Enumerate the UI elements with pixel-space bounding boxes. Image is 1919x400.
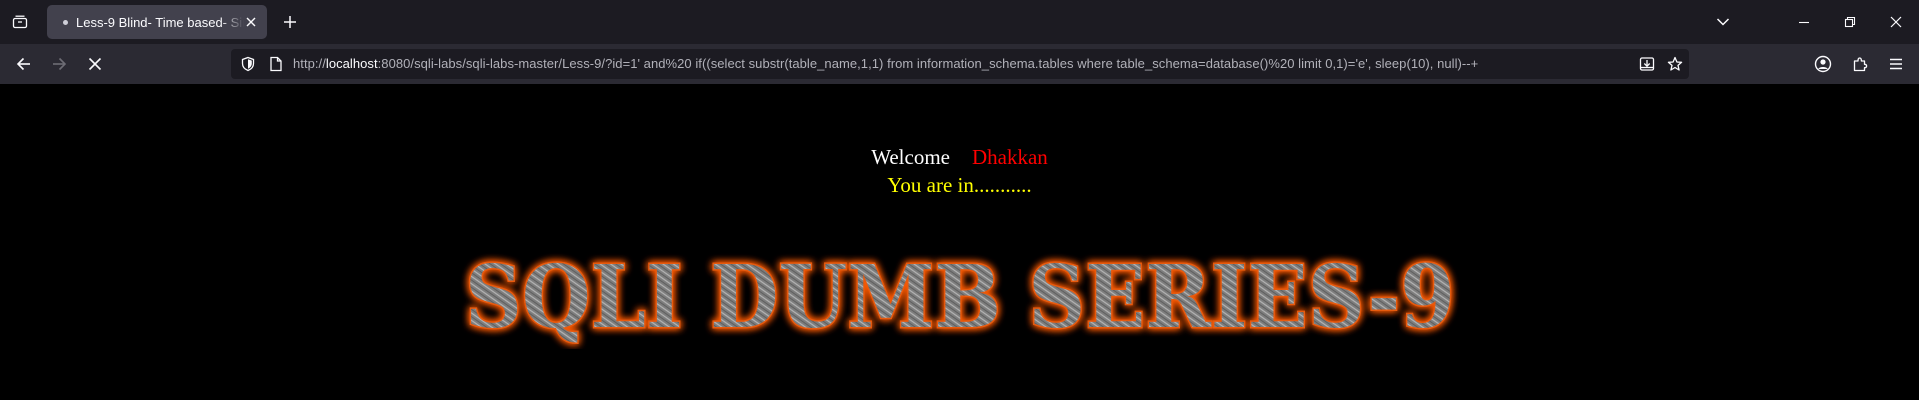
url-path: :8080/sqli-labs/sqli-labs-master/Less-9/… [377, 56, 1479, 71]
tab-list-icon [12, 15, 28, 29]
chevron-down-icon [1716, 18, 1730, 26]
username: Dhakkan [971, 145, 1048, 169]
app-menu-button[interactable] [1881, 50, 1911, 78]
puzzle-icon [1853, 57, 1868, 72]
extensions-button[interactable] [1845, 50, 1875, 78]
restore-icon [1844, 16, 1856, 28]
back-button[interactable] [8, 50, 40, 78]
hamburger-icon [1890, 58, 1902, 70]
favicon-dot [63, 19, 68, 25]
account-button[interactable] [1808, 50, 1838, 78]
url-bar[interactable]: http://localhost:8080/sqli-labs/sqli-lab… [231, 49, 1689, 79]
tab-strip: Less-9 Blind- Time based- Single Quotes-… [0, 0, 1919, 44]
tab-list-button[interactable] [6, 8, 34, 36]
active-tab[interactable]: Less-9 Blind- Time based- Single Quotes-… [47, 5, 267, 39]
close-icon [246, 17, 256, 27]
account-icon [1814, 55, 1832, 73]
bookmark-button[interactable] [1665, 54, 1685, 74]
tab-title: Less-9 Blind- Time based- Single Quotes-… [76, 14, 244, 30]
restore-button[interactable] [1827, 0, 1873, 44]
url-prefix: http:// [293, 56, 326, 71]
stop-button[interactable] [79, 50, 111, 78]
welcome-line: Welcome Dhakkan [0, 145, 1919, 170]
download-icon [1639, 57, 1655, 71]
page-icon [270, 56, 282, 72]
tab-close-button[interactable] [241, 12, 261, 32]
new-tab-button[interactable] [276, 8, 304, 36]
browser-window: Less-9 Blind- Time based- Single Quotes-… [0, 0, 1919, 400]
banner-image: SQLI DUMB SERIES-9 [464, 249, 1457, 349]
stop-icon [88, 57, 102, 71]
window-controls [1703, 0, 1919, 44]
close-icon [1890, 16, 1902, 28]
minimize-button[interactable] [1781, 0, 1827, 44]
nav-bar: http://localhost:8080/sqli-labs/sqli-lab… [0, 44, 1919, 84]
status-message: You are in........... [887, 173, 1032, 197]
url-text[interactable]: http://localhost:8080/sqli-labs/sqli-lab… [293, 56, 1478, 71]
shield-icon [241, 56, 255, 72]
url-host: localhost [325, 56, 378, 71]
site-info-button[interactable] [267, 55, 285, 73]
welcome-text: Welcome [871, 145, 950, 169]
save-to-pocket-button[interactable] [1637, 54, 1657, 74]
star-icon [1667, 56, 1683, 71]
plus-icon [284, 16, 296, 28]
forward-button[interactable] [43, 50, 75, 78]
arrow-right-icon [53, 57, 67, 71]
tracking-protection-button[interactable] [239, 55, 257, 73]
list-all-tabs-button[interactable] [1703, 0, 1743, 44]
minimize-icon [1799, 21, 1809, 24]
arrow-left-icon [16, 57, 30, 71]
close-window-button[interactable] [1873, 0, 1919, 44]
banner-title: SQLI DUMB SERIES-9 [465, 249, 1455, 348]
page-content: Welcome Dhakkan You are in........... SQ… [0, 84, 1919, 400]
